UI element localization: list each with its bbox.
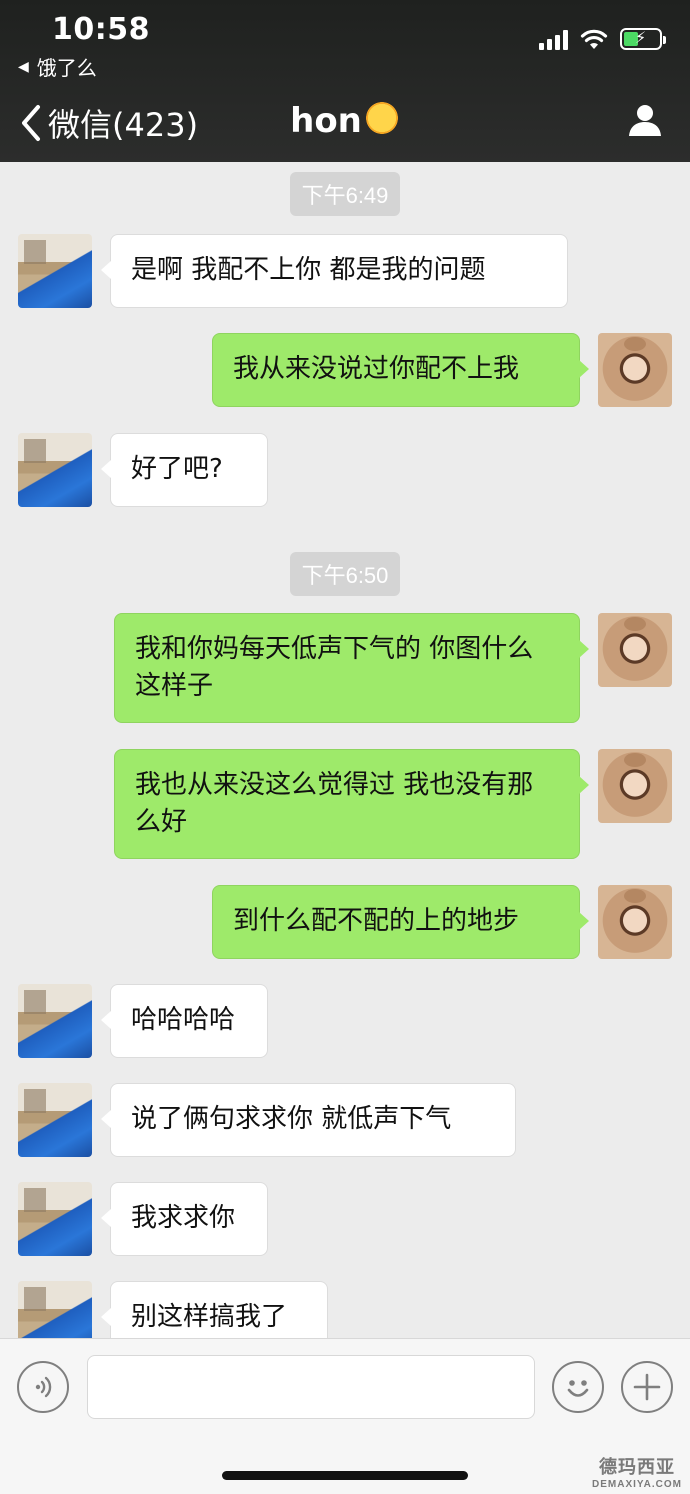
message-bubble[interactable]: 我也从来没这么觉得过 我也没有那么好 [114,749,589,859]
person-icon[interactable] [628,103,662,137]
back-triangle-icon: ◀ [18,58,29,75]
watermark-url: DEMAXIYA.COM [592,1479,682,1490]
message-bubble[interactable]: 哈哈哈哈 [101,984,268,1058]
message-bubble[interactable]: 好了吧? [101,433,268,507]
status-time: 10:58 [52,12,150,47]
emoji-button[interactable] [552,1361,604,1413]
avatar[interactable] [18,984,92,1058]
chat-header: 10:58 ◀ 饿了么 ⚡ 微信(423) hon [0,0,690,162]
avatar[interactable] [18,1182,92,1256]
message-input[interactable] [87,1355,535,1419]
plus-icon [633,1373,661,1401]
message-bubble[interactable]: 别这样搞我了 [101,1281,328,1338]
battery-icon: ⚡ [620,28,666,50]
wifi-icon [580,29,608,49]
voice-button[interactable] [17,1361,69,1413]
message-bubble[interactable]: 到什么配不配的上的地步 [212,885,589,959]
watermark: 德玛西亚 DEMAXIYA.COM [592,1453,682,1490]
timestamp: 下午6:49 [0,172,690,216]
chat-messages[interactable]: 下午6:49 是啊 我配不上你 都是我的问题 我从来没说过你配不上我 好了吧? … [0,162,690,1338]
avatar[interactable] [598,333,672,407]
avatar[interactable] [598,749,672,823]
message-bubble[interactable]: 我求求你 [101,1182,268,1256]
watermark-title: 德玛西亚 [599,1457,675,1478]
chat-title: hon [0,100,690,141]
more-button[interactable] [621,1361,673,1413]
avatar[interactable] [18,433,92,507]
chat-title-text: hon [290,101,362,141]
input-bar: 德玛西亚 DEMAXIYA.COM [0,1338,690,1494]
avatar[interactable] [18,1083,92,1157]
back-to-app[interactable]: ◀ 饿了么 [18,52,97,81]
message-bubble[interactable]: 是啊 我配不上你 都是我的问题 [101,234,568,308]
sun-emoji-icon [363,100,400,136]
message-bubble[interactable]: 我从来没说过你配不上我 [212,333,589,407]
timestamp: 下午6:50 [0,552,690,596]
voice-icon [35,1376,52,1398]
signal-icon [539,28,568,50]
status-icons: ⚡ [539,28,666,50]
home-indicator[interactable] [222,1471,468,1480]
avatar[interactable] [598,885,672,959]
back-app-label: 饿了么 [36,56,97,80]
message-bubble[interactable]: 我和你妈每天低声下气的 你图什么这样子 [114,613,589,723]
avatar[interactable] [18,1281,92,1338]
avatar[interactable] [598,613,672,687]
avatar[interactable] [18,234,92,308]
message-bubble[interactable]: 说了俩句求求你 就低声下气 [101,1083,516,1157]
emoji-icon [567,1380,589,1397]
